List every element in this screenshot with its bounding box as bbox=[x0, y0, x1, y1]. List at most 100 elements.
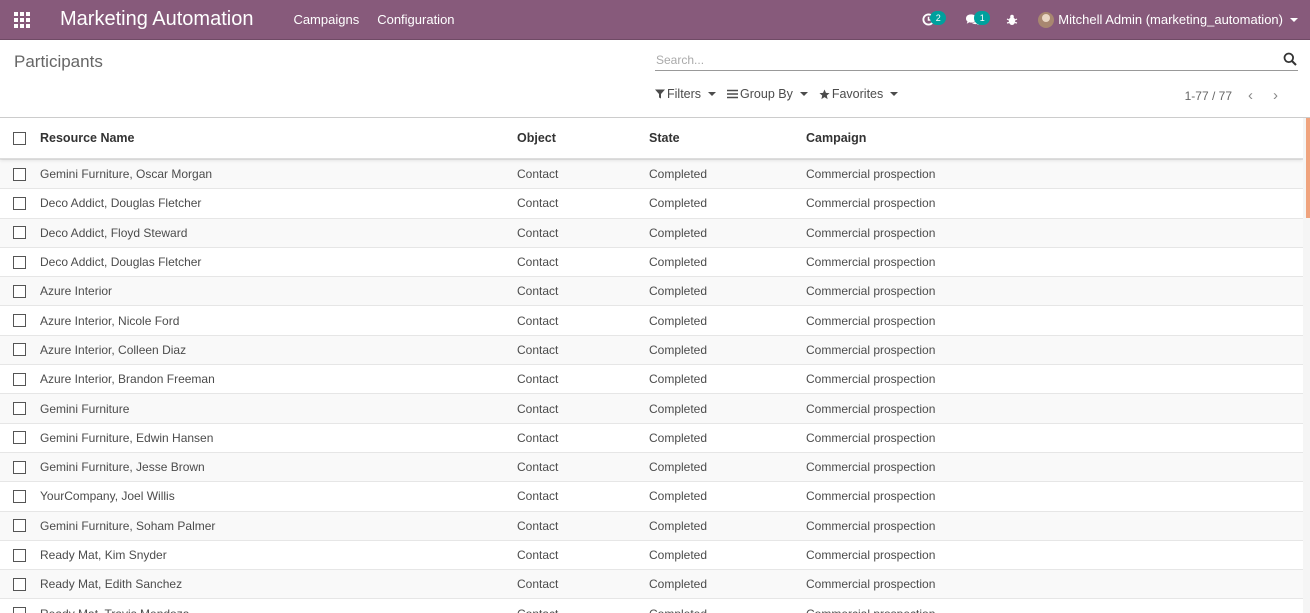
cell-state: Completed bbox=[649, 167, 708, 182]
cell-object: Contact bbox=[517, 489, 559, 504]
menu-configuration[interactable]: Configuration bbox=[377, 12, 454, 27]
row-checkbox[interactable] bbox=[13, 402, 26, 416]
scrollbar[interactable] bbox=[1303, 118, 1310, 613]
cell-resource-name: YourCompany, Joel Willis bbox=[40, 489, 175, 504]
apps-menu-button[interactable] bbox=[0, 0, 44, 40]
row-checkbox[interactable] bbox=[13, 460, 26, 474]
table-row[interactable]: Ready Mat, Travis MendozaContactComplete… bbox=[0, 598, 1303, 613]
user-menu[interactable]: Mitchell Admin (marketing_automation) bbox=[1030, 11, 1310, 28]
cell-object: Contact bbox=[517, 196, 559, 211]
cell-object: Contact bbox=[517, 577, 559, 592]
table-row[interactable]: Azure Interior, Brandon Freeman Contact Co… bbox=[0, 364, 1303, 393]
row-checkbox[interactable] bbox=[13, 226, 26, 240]
cell-campaign: Commercial prospection bbox=[806, 489, 936, 504]
cell-campaign: Commercial prospection bbox=[806, 577, 936, 592]
table-row[interactable]: Ready Mat, Kim Snyder Contact Completed Com… bbox=[0, 539, 1303, 569]
row-checkbox[interactable] bbox=[13, 431, 26, 445]
cell-object: Contact bbox=[517, 401, 559, 416]
apps-grid-icon bbox=[14, 11, 30, 28]
row-checkbox[interactable] bbox=[13, 167, 26, 181]
row-checkbox[interactable] bbox=[13, 489, 26, 503]
cell-object: Contact bbox=[517, 284, 559, 299]
activities-button[interactable]: 2 bbox=[906, 0, 950, 40]
column-header-state[interactable]: State bbox=[649, 131, 806, 145]
cell-state: Completed bbox=[649, 313, 708, 328]
cell-state: Completed bbox=[649, 342, 708, 357]
row-checkbox[interactable] bbox=[13, 548, 26, 562]
row-checkbox[interactable] bbox=[13, 577, 26, 591]
table-row[interactable]: Ready Mat, Edith Sanchez Contact Completed… bbox=[0, 569, 1303, 599]
select-all-checkbox[interactable] bbox=[13, 131, 26, 145]
cell-resource-name: Deco Addict, Douglas Fletcher bbox=[40, 255, 202, 270]
cell-object: Contact bbox=[517, 167, 559, 182]
pager-next-button[interactable]: › bbox=[1263, 87, 1288, 104]
cell-campaign: Commercial prospection bbox=[806, 342, 936, 357]
cell-state: Completed bbox=[649, 372, 708, 387]
user-name: Mitchell Admin (marketing_automation) bbox=[1058, 12, 1283, 27]
app-title[interactable]: Marketing Automation bbox=[60, 8, 253, 31]
cell-object: Contact bbox=[517, 548, 559, 562]
cell-object: Contact bbox=[517, 313, 559, 328]
cell-resource-name: Gemini Furniture, Oscar Morgan bbox=[40, 167, 213, 182]
debug-button[interactable] bbox=[994, 0, 1030, 40]
row-checkbox[interactable] bbox=[13, 607, 26, 613]
table-row[interactable]: Gemini Furniture, Soham Palmer Contact Com… bbox=[0, 510, 1303, 540]
row-checkbox[interactable] bbox=[13, 314, 26, 328]
row-checkbox[interactable] bbox=[13, 284, 26, 298]
cell-state: Completed bbox=[649, 548, 708, 562]
cell-resource-name: Ready Mat, Edith Sanchez bbox=[40, 577, 183, 592]
table-row[interactable]: Azure Interior Contact Completed Commercial… bbox=[0, 276, 1303, 306]
table-row[interactable]: Gemini Furniture, Oscar Morgan Contact Com… bbox=[0, 159, 1303, 189]
cell-object: Contact bbox=[517, 607, 649, 613]
table-row[interactable]: Deco Addict, Douglas Fletcher Contact Comp… bbox=[0, 246, 1303, 276]
cell-campaign: Commercial prospection bbox=[806, 313, 936, 328]
row-checkbox[interactable] bbox=[13, 343, 26, 357]
group-by-button[interactable]: Group By bbox=[727, 87, 808, 101]
table-row[interactable]: YourCompany, Joel Willis Contact Completed… bbox=[0, 481, 1303, 510]
cell-object: Contact bbox=[517, 518, 559, 533]
row-checkbox[interactable] bbox=[13, 372, 26, 386]
top-navbar: Marketing Automation Campaigns Configura… bbox=[0, 0, 1310, 40]
table-row[interactable]: Deco Addict, Douglas Fletcher Contact Comp… bbox=[0, 188, 1303, 217]
table-row[interactable]: Azure Interior, Colleen Diaz Contact Compl… bbox=[0, 334, 1303, 365]
list-body: Gemini Furniture, Oscar Morgan Contact Com… bbox=[0, 159, 1303, 613]
menu-campaigns[interactable]: Campaigns bbox=[293, 12, 359, 27]
cell-campaign: Commercial prospection bbox=[806, 430, 936, 445]
page-title: Participants bbox=[14, 52, 103, 71]
messages-count-badge: 1 bbox=[974, 10, 991, 25]
cell-state: Completed bbox=[649, 489, 708, 504]
cell-resource-name: Azure Interior, Nicole Ford bbox=[40, 313, 180, 328]
column-header-campaign[interactable]: Campaign bbox=[806, 131, 866, 145]
list-bars-icon bbox=[727, 89, 739, 99]
cell-campaign: Commercial prospection bbox=[806, 460, 936, 475]
search-options: Filters Group By Favorites bbox=[655, 87, 909, 101]
cell-resource-name: Azure Interior, Colleen Diaz bbox=[40, 342, 187, 357]
cell-resource-name: Gemini Furniture bbox=[40, 401, 130, 416]
table-row[interactable]: Gemini Furniture, Jesse Brown Contact Comp… bbox=[0, 451, 1303, 482]
cell-campaign: Commercial prospection bbox=[806, 518, 936, 533]
row-checkbox[interactable] bbox=[13, 196, 26, 210]
cell-campaign: Commercial prospection bbox=[806, 372, 936, 387]
table-row[interactable]: Azure Interior, Nicole Ford Contact Comple… bbox=[0, 305, 1303, 334]
control-panel: Participants Filters Group By Favorites … bbox=[0, 40, 1310, 118]
scrollbar-thumb[interactable] bbox=[1306, 118, 1310, 218]
pager-previous-button[interactable]: ‹ bbox=[1238, 87, 1263, 104]
table-row[interactable]: Gemini Furniture, Edwin Hansen Contact Com… bbox=[0, 422, 1303, 452]
row-checkbox[interactable] bbox=[13, 255, 26, 269]
pager-value[interactable]: 1-77 / 77 bbox=[1185, 89, 1232, 103]
messages-button[interactable]: 1 bbox=[950, 0, 994, 40]
column-header-resource-name[interactable]: Resource Name bbox=[40, 131, 517, 145]
cell-campaign: Commercial prospection bbox=[806, 548, 936, 562]
favorites-button[interactable]: Favorites bbox=[819, 87, 899, 101]
search-icon[interactable] bbox=[1283, 52, 1297, 66]
chevron-down-icon bbox=[890, 92, 899, 96]
cell-state: Completed bbox=[649, 518, 708, 533]
filters-button[interactable]: Filters bbox=[655, 87, 717, 101]
search-input[interactable] bbox=[655, 53, 1256, 67]
column-header-object[interactable]: Object bbox=[517, 131, 649, 145]
cell-state: Completed bbox=[649, 430, 708, 445]
row-checkbox[interactable] bbox=[13, 519, 26, 533]
table-row[interactable]: Gemini Furniture Contact Completed Commerci… bbox=[0, 393, 1303, 423]
table-row[interactable]: Deco Addict, Floyd Steward Contact Complet… bbox=[0, 217, 1303, 247]
cell-state: Completed bbox=[649, 284, 708, 299]
